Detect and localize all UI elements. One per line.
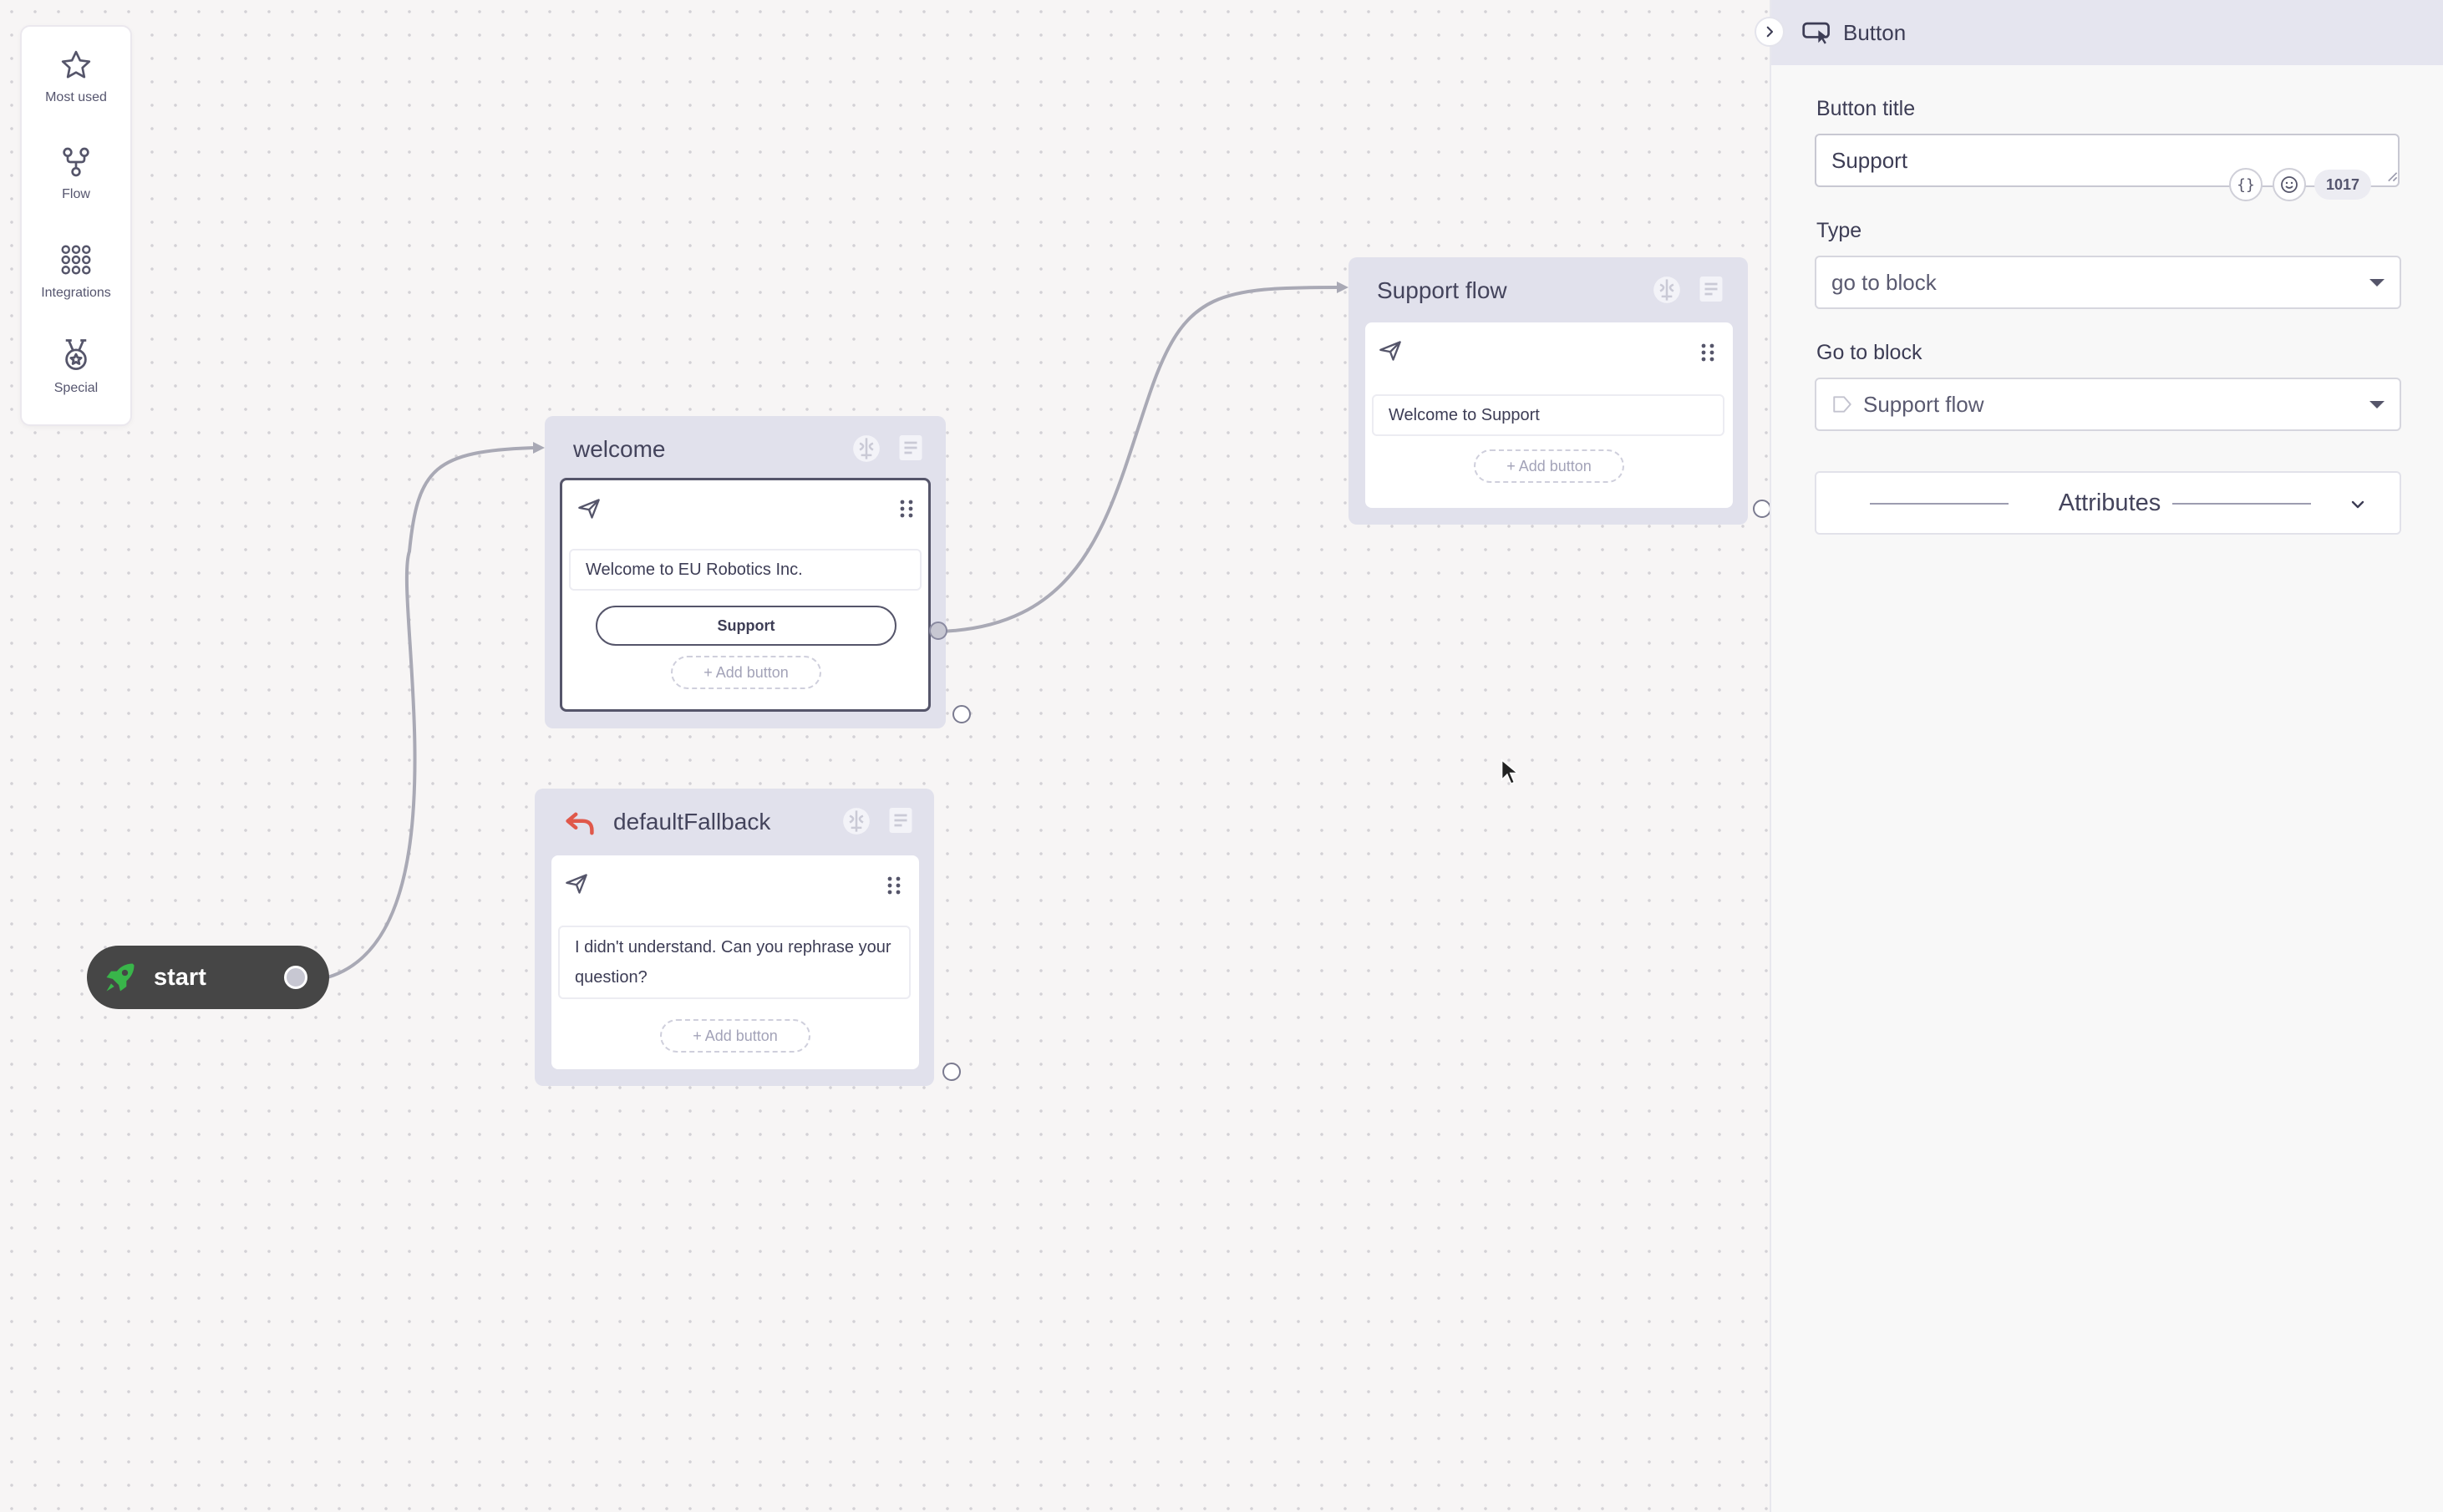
star-icon	[61, 50, 91, 79]
palette-item-flow[interactable]: Flow	[22, 145, 130, 202]
add-button[interactable]: + Add button	[1474, 449, 1624, 483]
send-icon	[1379, 341, 1401, 361]
block-output-port[interactable]	[1753, 500, 1770, 518]
send-icon	[578, 499, 600, 519]
collapse-panel-button[interactable]	[1755, 17, 1785, 47]
drag-handle-icon[interactable]	[898, 499, 915, 519]
variables-button[interactable]: {}	[2229, 168, 2263, 201]
brain-icon[interactable]	[841, 805, 872, 837]
notes-icon[interactable]	[896, 433, 926, 463]
notes-icon[interactable]	[886, 805, 916, 835]
connection-layer	[327, 282, 1348, 979]
block-welcome[interactable]: welcome Welcome to EU Robotics Inc. Supp…	[545, 416, 946, 728]
message-text[interactable]: I didn't understand. Can you rephrase yo…	[558, 926, 911, 999]
edge-welcome-to-support	[938, 286, 1339, 633]
button-title-input[interactable]: Support	[1815, 134, 2400, 187]
character-counter: 1017	[2314, 170, 2372, 200]
block-output-port[interactable]	[952, 705, 971, 723]
start-output-port[interactable]	[284, 966, 307, 989]
chevron-right-icon	[1766, 26, 1774, 38]
palette-item-most-used[interactable]: Most used	[22, 48, 130, 105]
grid-icon	[61, 245, 91, 275]
braces-icon: {}	[2237, 175, 2255, 194]
add-button[interactable]: + Add button	[671, 656, 821, 689]
block-default-fallback[interactable]: defaultFallback I didn't understand. Can…	[535, 789, 934, 1086]
button-title-label: Button title	[1816, 97, 1916, 120]
block-title: welcome	[573, 436, 666, 462]
palette-item-special[interactable]: Special	[22, 337, 130, 396]
edge-arrow-welcome	[533, 442, 545, 454]
block-support-flow[interactable]: Support flow Welcome to Support + Add bu…	[1348, 257, 1748, 525]
goto-block-select[interactable]: Support flow	[1815, 378, 2401, 431]
chevron-down-icon	[2351, 500, 2364, 509]
send-icon	[566, 874, 587, 894]
emoji-button[interactable]	[2273, 168, 2306, 201]
medal-icon	[65, 339, 87, 371]
resize-handle-icon[interactable]	[2386, 170, 2398, 182]
palette-item-integrations[interactable]: Integrations	[22, 242, 130, 301]
type-label: Type	[1816, 219, 1862, 242]
block-header-icons	[1651, 274, 1726, 306]
panel-title: Button	[1843, 19, 1907, 45]
type-select-value: go to block	[1831, 269, 1937, 295]
message-card[interactable]: Welcome to Support + Add button	[1365, 322, 1733, 508]
block-title: Support flow	[1377, 277, 1507, 303]
flow-canvas[interactable]: Most used Flow Integrations Special welc…	[0, 0, 1770, 1512]
block-header-icons	[841, 805, 916, 837]
palette-label: Integrations	[41, 286, 111, 300]
message-card[interactable]: I didn't understand. Can you rephrase yo…	[551, 855, 919, 1069]
palette-label: Most used	[45, 90, 107, 104]
message-card[interactable]: Welcome to EU Robotics Inc. Support + Ad…	[560, 478, 931, 712]
chevron-down-icon	[2369, 401, 2385, 408]
rocket-icon	[106, 963, 135, 992]
block-tag-icon	[1833, 396, 1851, 413]
chevron-down-icon	[2369, 279, 2385, 287]
start-node[interactable]: start	[87, 946, 329, 1009]
divider	[2172, 503, 2311, 505]
button-icon	[1802, 22, 1830, 44]
mouse-cursor-icon	[1501, 759, 1519, 785]
block-header-icons	[851, 433, 926, 464]
palette-label: Flow	[62, 187, 90, 201]
brain-icon[interactable]	[1651, 274, 1683, 306]
button-output-port[interactable]	[929, 622, 947, 640]
edge-start-to-welcome	[327, 446, 536, 979]
flow-icon	[63, 147, 89, 177]
drag-handle-icon[interactable]	[886, 875, 902, 896]
type-select[interactable]: go to block	[1815, 256, 2401, 309]
notes-icon[interactable]	[1696, 274, 1726, 304]
block-title: defaultFallback	[613, 809, 771, 835]
block-output-port[interactable]	[942, 1063, 961, 1081]
panel-header: Button	[1771, 0, 2443, 65]
add-button[interactable]: + Add button	[660, 1019, 810, 1053]
properties-panel: Button Button title Support {} 1017 Type…	[1770, 0, 2443, 1512]
attributes-accordion[interactable]: Attributes	[1815, 471, 2401, 535]
goto-block-label: Go to block	[1816, 341, 1922, 364]
message-text[interactable]: Welcome to EU Robotics Inc.	[569, 549, 922, 591]
support-button[interactable]: Support	[596, 606, 896, 646]
goto-block-value: Support flow	[1863, 391, 1984, 417]
message-text[interactable]: Welcome to Support	[1372, 394, 1724, 436]
smiley-icon	[2281, 176, 2298, 193]
brain-icon[interactable]	[851, 433, 882, 464]
edge-arrow-support	[1337, 282, 1348, 293]
button-title-value: Support	[1831, 147, 1908, 173]
start-label: start	[154, 963, 206, 991]
block-palette: Most used Flow Integrations Special	[20, 25, 132, 426]
palette-label: Special	[53, 381, 99, 395]
undo-icon	[566, 812, 594, 835]
attributes-label: Attributes	[2058, 490, 2161, 516]
drag-handle-icon[interactable]	[1699, 342, 1716, 363]
